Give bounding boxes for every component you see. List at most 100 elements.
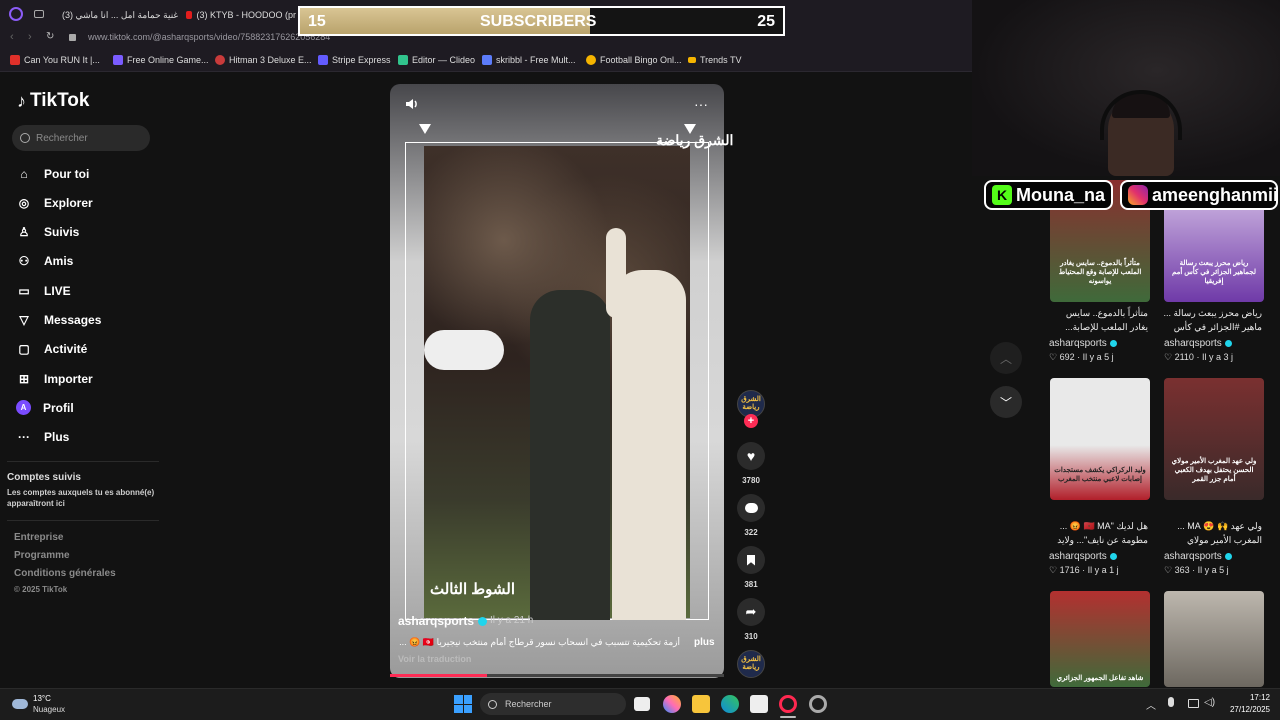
nav-label: Explorer — [44, 196, 93, 210]
video-card-title[interactable]: هل لديك "🇲🇦 MA 😡 ... مطومة عن نايف"... و… — [1048, 519, 1148, 547]
nav-item-upload[interactable]: ⊞ Importer — [16, 371, 93, 387]
file-explorer-icon[interactable] — [692, 695, 710, 713]
see-translation-button[interactable]: Voir la traduction — [398, 654, 471, 664]
footer-link[interactable]: Entreprise — [14, 532, 63, 543]
video-card-stats: ♡ 2110 · Il y a 3 j — [1164, 352, 1233, 362]
browser-logo-icon[interactable] — [9, 7, 23, 21]
browser-tab[interactable]: (3) اغنية حمامة امل ... انا ماشي — [58, 6, 178, 24]
bookmark-item[interactable]: Football Bingo Onl... — [586, 55, 682, 65]
author-name: asharqsports — [1049, 551, 1107, 562]
bookmark-label: Editor — Clideo — [412, 55, 476, 65]
bookmark-item[interactable]: Stripe Express — [318, 55, 391, 65]
video-card-title[interactable]: ولي عهد 🙌 😍 MA ... المغرب الأمير مولاي — [1162, 519, 1262, 547]
chrome-icon[interactable] — [809, 695, 827, 713]
comment-button[interactable]: 322 — [736, 494, 766, 537]
bookmark-label: Football Bingo Onl... — [600, 55, 682, 65]
bookmark-item[interactable]: Trends TV — [688, 55, 742, 65]
video-card-author[interactable]: asharqsports — [1164, 551, 1232, 562]
sound-avatar-button[interactable]: الشرق رياضة — [736, 650, 766, 678]
forward-icon[interactable]: › — [28, 31, 32, 43]
edge-icon[interactable] — [721, 695, 739, 713]
video-thumbnail[interactable]: ولي عهد المغرب الأمير مولاي الحسن يحتفل … — [1164, 378, 1264, 500]
video-card-author[interactable]: asharqsports — [1049, 338, 1117, 349]
bookmark-item[interactable]: skribbl - Free Mult... — [482, 55, 576, 65]
tab-groups-icon[interactable] — [34, 10, 44, 18]
nav-label: Activité — [44, 342, 88, 356]
footer-link[interactable]: Conditions générales — [14, 568, 116, 579]
nav-item-messages[interactable]: ▽ Messages — [16, 312, 101, 328]
more-options-icon[interactable]: ··· — [694, 96, 708, 112]
video-card-author[interactable]: asharqsports — [1164, 338, 1232, 349]
video-card-title[interactable]: رياض محرز يبعث رسالة ... ماهير #الجزائر … — [1162, 306, 1262, 334]
nav-item-more[interactable]: ··· Plus — [16, 429, 69, 445]
video-card-author[interactable]: asharqsports — [1049, 551, 1117, 562]
weather-temperature: 13°C — [33, 694, 51, 703]
verified-icon — [1109, 553, 1117, 560]
taskbar-search[interactable]: Rechercher — [480, 693, 626, 715]
instagram-handle-tag: ameenghanmii — [1120, 180, 1278, 210]
nav-item-following[interactable]: ♙ Suivis — [16, 224, 80, 240]
clock-date[interactable]: 27/12/2025 — [1216, 705, 1270, 714]
upload-icon: ⊞ — [18, 372, 30, 386]
logo-text: TikTok — [30, 90, 90, 111]
reload-icon[interactable]: ↻ — [46, 31, 54, 42]
store-icon[interactable] — [750, 695, 768, 713]
tray-chevron-icon[interactable]: ︿ — [1146, 697, 1156, 712]
back-icon[interactable]: ‹ — [10, 31, 14, 43]
browser-tab[interactable]: (3) KTYB - HOODOO (pr — [186, 6, 296, 24]
author-name: asharqsports — [398, 614, 475, 628]
nav-item-explore[interactable]: ◎ Explorer — [16, 195, 93, 211]
bookmark-icon — [318, 55, 328, 65]
bookmark-icon — [737, 546, 765, 574]
video-description: أزمة تحكيمية تتسبب في انسحاب نسور قرطاج … — [399, 637, 680, 647]
speaker-icon[interactable]: ◁) — [1204, 697, 1215, 708]
previous-video-button[interactable]: ︿ — [990, 342, 1022, 374]
clock-time[interactable]: 17:12 — [1226, 693, 1270, 702]
save-button[interactable]: 381 — [736, 546, 766, 589]
video-author[interactable]: asharqsports — [398, 614, 488, 628]
opera-gx-icon[interactable] — [779, 695, 797, 713]
bookmark-item[interactable]: Hitman 3 Deluxe E... — [215, 55, 312, 65]
network-icon[interactable] — [1188, 699, 1199, 708]
volume-icon[interactable] — [404, 96, 420, 112]
nav-item-friends[interactable]: ⚇ Amis — [16, 253, 74, 269]
next-video-button[interactable]: ﹀ — [990, 386, 1022, 418]
share-button[interactable]: ➦ 310 — [736, 598, 766, 641]
post-age: Il y a 5 j — [1082, 352, 1114, 362]
verified-icon — [1109, 340, 1117, 347]
bookmark-item[interactable]: Editor — Clideo — [398, 55, 475, 65]
video-thumbnail[interactable]: وليد الركراكي يكشف مستجدات إصابات لاعبي … — [1050, 378, 1150, 500]
like-count: 363 — [1174, 565, 1190, 575]
microphone-icon[interactable] — [1168, 697, 1174, 707]
nav-item-activity[interactable]: ▢ Activité — [16, 341, 87, 357]
nav-item-for-you[interactable]: ⌂ Pour toi — [16, 166, 89, 182]
description-more-button[interactable]: plus — [694, 637, 715, 648]
task-view-icon[interactable] — [634, 697, 650, 711]
footer-link[interactable]: Programme — [14, 550, 70, 561]
video-thumbnail[interactable] — [1164, 591, 1264, 687]
instagram-icon — [1128, 185, 1148, 205]
bookmark-icon — [398, 55, 408, 65]
video-progress-bar[interactable] — [390, 674, 724, 677]
copilot-icon[interactable] — [663, 695, 681, 713]
nav-item-profile[interactable]: A Profil — [16, 400, 74, 415]
search-input[interactable]: Rechercher — [12, 125, 150, 151]
video-time: Il y a 21 h — [490, 615, 534, 626]
comment-count: 322 — [744, 528, 758, 537]
video-card-title[interactable]: متأثراً بالدموع.. سايس يغادر الملعب للإص… — [1048, 306, 1148, 334]
video-marker-icon — [419, 124, 431, 134]
like-button[interactable]: ♥ 3780 — [736, 442, 766, 485]
windows-start-icon[interactable] — [454, 695, 472, 713]
weather-cloud-icon — [12, 699, 28, 709]
bookmark-item[interactable]: Free Online Game... — [113, 55, 209, 65]
video-thumbnail[interactable]: شاهد تفاعل الجمهور الجزائري — [1050, 591, 1150, 687]
bookmark-item[interactable]: Can You RUN It |... — [10, 55, 100, 65]
url-field[interactable]: www.tiktok.com/@asharqsports/video/75882… — [88, 32, 330, 42]
nav-item-live[interactable]: ▭ LIVE — [16, 283, 71, 299]
nav-label: LIVE — [44, 284, 71, 298]
video-card-stats: ♡ 692 · Il y a 5 j — [1049, 352, 1114, 362]
follow-plus-icon[interactable]: + — [744, 414, 758, 428]
weather-description: Nuageux — [33, 705, 66, 714]
author-name: asharqsports — [1049, 338, 1107, 349]
tiktok-logo[interactable]: ♪ TikTok — [17, 90, 89, 112]
